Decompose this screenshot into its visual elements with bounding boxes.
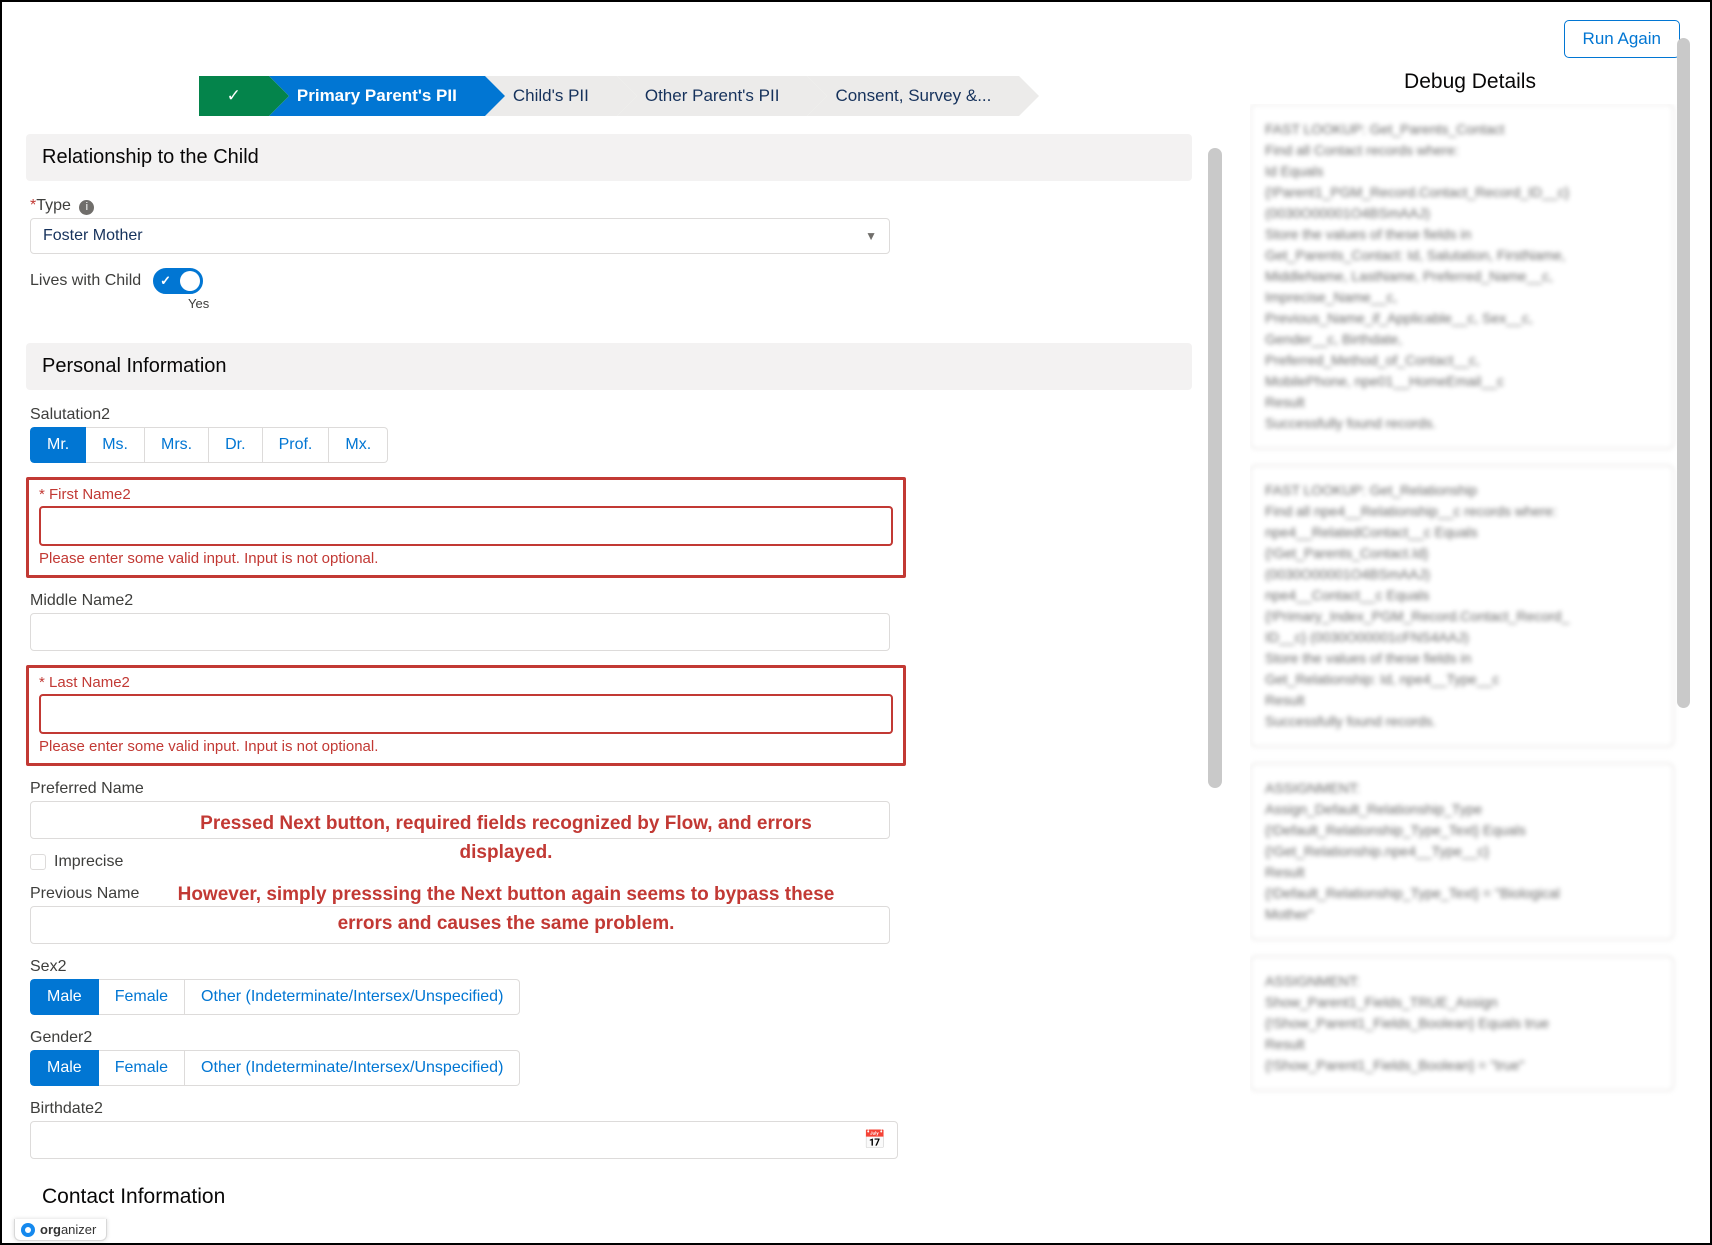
gender-female[interactable]: Female [99,1050,185,1086]
organizer-badge[interactable]: organizer [14,1219,107,1241]
salutation-group: Mr. Ms. Mrs. Dr. Prof. Mx. [30,427,1192,463]
debug-card: FAST LOOKUP: Get_Relationship Find all n… [1250,465,1674,747]
gender-group: Male Female Other (Indeterminate/Interse… [30,1050,1192,1086]
middle-name-label: Middle Name2 [30,592,1192,610]
salutation-mr[interactable]: Mr. [30,427,86,463]
last-name-input[interactable] [39,694,893,734]
toggle-caption: Yes [188,296,1192,311]
imprecise-label: Imprecise [54,853,123,871]
sex-label: Sex2 [30,958,1192,976]
lives-with-child-label: Lives with Child [30,272,141,290]
previous-name-input[interactable] [30,906,890,944]
last-name-error-box: * Last Name2 Please enter some valid inp… [26,665,906,766]
section-personal-info: Personal Information [26,343,1192,390]
first-name-error-box: * First Name2 Please enter some valid in… [26,477,906,578]
step-primary-parent-pii[interactable]: Primary Parent's PII [269,76,485,116]
salutation-label: Salutation2 [30,406,1192,424]
flow-stepper: ✓ Primary Parent's PII Child's PII Other… [26,76,1192,116]
toggle-knob [180,271,200,291]
imprecise-checkbox[interactable] [30,854,46,870]
salutation-dr[interactable]: Dr. [209,427,262,463]
gender-label: Gender2 [30,1029,1192,1047]
run-again-button[interactable]: Run Again [1564,20,1680,58]
step-consent-survey[interactable]: Consent, Survey &... [807,76,1019,116]
birthdate-label: Birthdate2 [30,1100,1192,1118]
type-value: Foster Mother [43,227,143,245]
salutation-mx[interactable]: Mx. [329,427,388,463]
debug-card: FAST LOOKUP: Get_Parents_Contact Find al… [1250,104,1674,449]
debug-card: ASSIGNMENT: Assign_Default_Relationship_… [1250,763,1674,940]
debug-details-title: Debug Details [1250,70,1690,94]
section-contact-info: Contact Information [26,1173,1192,1221]
step-completed[interactable]: ✓ [199,76,269,116]
sex-male[interactable]: Male [30,979,99,1015]
birthdate-input[interactable] [30,1121,898,1159]
first-name-error-msg: Please enter some valid input. Input is … [39,550,893,567]
organizer-icon [21,1223,35,1237]
lives-with-child-toggle[interactable]: ✓ [153,268,203,294]
type-label: *Type i [30,197,1192,215]
previous-name-label: Previous Name [30,885,1192,903]
debug-card: ASSIGNMENT: Show_Parent1_Fields_TRUE_Ass… [1250,956,1674,1091]
salutation-ms[interactable]: Ms. [86,427,145,463]
gender-other[interactable]: Other (Indeterminate/Intersex/Unspecifie… [185,1050,520,1086]
salutation-mrs[interactable]: Mrs. [145,427,209,463]
gender-male[interactable]: Male [30,1050,99,1086]
first-name-label: * First Name2 [39,486,893,503]
preferred-name-input[interactable] [30,801,890,839]
preferred-name-label: Preferred Name [30,780,1192,798]
check-icon: ✓ [160,273,171,289]
sex-group: Male Female Other (Indeterminate/Interse… [30,979,1192,1015]
step-other-parent-pii[interactable]: Other Parent's PII [617,76,808,116]
first-name-input[interactable] [39,506,893,546]
chevron-down-icon: ▼ [865,229,877,243]
middle-name-input[interactable] [30,613,890,651]
type-select[interactable]: Foster Mother ▼ [30,218,890,254]
check-icon: ✓ [227,86,241,106]
salutation-prof[interactable]: Prof. [263,427,330,463]
section-relationship: Relationship to the Child [26,134,1192,181]
info-icon[interactable]: i [79,200,94,215]
calendar-icon[interactable]: 📅 [864,1130,886,1151]
last-name-error-msg: Please enter some valid input. Input is … [39,738,893,755]
last-name-label: * Last Name2 [39,674,893,691]
sex-other[interactable]: Other (Indeterminate/Intersex/Unspecifie… [185,979,520,1015]
sex-female[interactable]: Female [99,979,185,1015]
